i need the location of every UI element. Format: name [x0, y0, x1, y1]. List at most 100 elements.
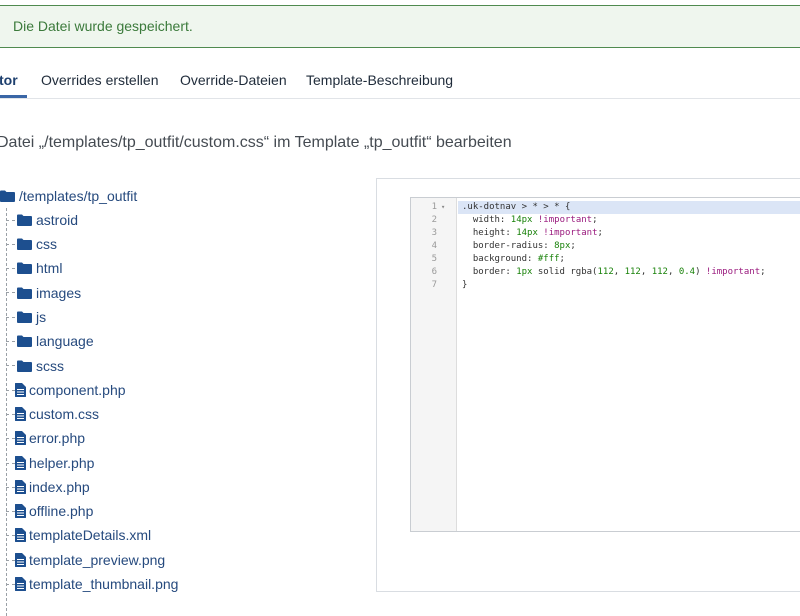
- tree-connector: [6, 438, 15, 439]
- file-icon: [15, 383, 26, 397]
- tree-connector: [6, 560, 15, 561]
- tree-label: /templates/tp_outfit: [19, 188, 138, 204]
- file-icon: [15, 407, 26, 421]
- code-token: solid rgba(: [532, 267, 598, 277]
- tree-label: scss: [36, 358, 64, 374]
- tab-template-description[interactable]: Template-Beschreibung: [306, 72, 453, 88]
- tree-file-custom-css[interactable]: custom.css: [15, 404, 99, 424]
- tree-connector: [6, 584, 15, 585]
- folder-icon: [17, 238, 32, 250]
- code-line: height: 14px !important;: [462, 227, 603, 240]
- tree-file-component-php[interactable]: component.php: [15, 380, 126, 400]
- file-tree: /templates/tp_outfit astroid css html im…: [0, 180, 360, 616]
- tab-override-files[interactable]: Override-Dateien: [180, 72, 287, 88]
- tree-connector: [6, 292, 15, 293]
- code-token: ;: [570, 241, 576, 251]
- code-area[interactable]: .uk-dotnav > * > * { width: 14px !import…: [458, 198, 800, 531]
- code-token: ;: [592, 215, 598, 225]
- folder-icon: [17, 262, 32, 274]
- file-icon: [15, 553, 26, 567]
- code-line: border-radius: 8px;: [462, 240, 576, 253]
- tree-connector: [6, 390, 15, 391]
- tree-label: js: [36, 309, 47, 325]
- tree-folder-css[interactable]: css: [17, 234, 57, 254]
- folder-icon: [17, 287, 32, 299]
- file-icon: [15, 456, 26, 470]
- code-token: 112: [624, 267, 641, 277]
- tree-folder-astroid[interactable]: astroid: [17, 210, 78, 230]
- tree-connector: [6, 463, 15, 464]
- line-number: 2: [431, 215, 437, 225]
- tree-connector: [6, 365, 15, 366]
- tree-label: template_thumbnail.png: [29, 576, 179, 592]
- code-token: !important: [543, 228, 598, 238]
- tree-label: language: [36, 333, 94, 349]
- code-line: .uk-dotnav > * > * {: [462, 201, 570, 214]
- code-line: }: [462, 279, 467, 292]
- tree-file-helper-php[interactable]: helper.php: [15, 453, 94, 473]
- tree-label: css: [36, 236, 57, 252]
- folder-icon: [17, 360, 32, 372]
- editor-panel: 1 ▾ 2 3 4 5 6 7 .uk-dotnav > * > * { wid…: [376, 178, 800, 592]
- line-number: 7: [431, 280, 437, 290]
- tree-label: index.php: [29, 479, 90, 495]
- tab-bar: tor Overrides erstellen Override-Dateien…: [0, 60, 800, 99]
- tree-file-templatedetails-xml[interactable]: templateDetails.xml: [15, 525, 151, 545]
- code-token: .uk-dotnav > * > * {: [462, 202, 571, 212]
- tree-label: astroid: [36, 212, 79, 228]
- line-number: 5: [431, 254, 437, 264]
- folder-icon: [0, 190, 15, 202]
- tree-folder-language[interactable]: language: [17, 331, 94, 351]
- tree-label: images: [36, 285, 82, 301]
- code-token: width:: [462, 215, 511, 225]
- code-token: border:: [462, 267, 517, 277]
- tree-connector: [6, 268, 15, 269]
- code-editor[interactable]: 1 ▾ 2 3 4 5 6 7 .uk-dotnav > * > * { wid…: [410, 197, 800, 532]
- file-icon: [15, 528, 26, 542]
- tab-create-overrides[interactable]: Overrides erstellen: [41, 72, 159, 88]
- tree-connector: [6, 535, 15, 536]
- tree-folder-images[interactable]: images: [17, 283, 81, 303]
- fold-arrow-icon[interactable]: ▾: [441, 201, 445, 214]
- tree-connector: [6, 220, 15, 221]
- tree-folder-scss[interactable]: scss: [17, 356, 64, 376]
- tree-label: offline.php: [29, 503, 94, 519]
- alert-message: Die Datei wurde gespeichert.: [13, 18, 193, 34]
- file-icon: [15, 431, 26, 445]
- code-token: 112: [651, 267, 668, 277]
- line-number: 6: [431, 267, 437, 277]
- code-token: border-radius:: [462, 241, 555, 251]
- tree-connector: [6, 317, 15, 318]
- folder-icon: [17, 311, 32, 323]
- tree-root-folder[interactable]: /templates/tp_outfit: [0, 186, 137, 206]
- tree-label: custom.css: [29, 406, 100, 422]
- code-token: ): [695, 267, 706, 277]
- code-token: ;: [559, 254, 565, 264]
- tree-label: helper.php: [29, 455, 95, 471]
- folder-icon: [17, 214, 32, 226]
- folder-icon: [17, 335, 32, 347]
- line-gutter: 1 ▾ 2 3 4 5 6 7: [411, 198, 457, 531]
- tree-label: error.php: [29, 430, 86, 446]
- tree-folder-js[interactable]: js: [17, 307, 46, 327]
- code-line: border: 1px solid rgba(112, 112, 112, 0.…: [462, 266, 766, 279]
- code-token: background:: [462, 254, 538, 264]
- code-token: 14px: [516, 228, 538, 238]
- code-token: 112: [597, 267, 614, 277]
- active-tab-indicator: [0, 95, 27, 98]
- tree-connector: [6, 511, 15, 512]
- tab-editor[interactable]: tor: [0, 72, 18, 88]
- tree-file-index-php[interactable]: index.php: [15, 477, 90, 497]
- code-token: ;: [597, 228, 603, 238]
- tree-file-template-thumbnail-png[interactable]: template_thumbnail.png: [15, 574, 178, 594]
- code-token: 0.4: [678, 267, 696, 277]
- code-token: !important: [705, 267, 761, 277]
- code-token: 14px: [510, 215, 533, 225]
- tree-folder-html[interactable]: html: [17, 258, 62, 278]
- tree-file-offline-php[interactable]: offline.php: [15, 501, 93, 521]
- code-token: 8px: [554, 241, 571, 251]
- tree-file-error-php[interactable]: error.php: [15, 428, 85, 448]
- tree-file-template-preview-png[interactable]: template_preview.png: [15, 550, 165, 570]
- code-line: width: 14px !important;: [462, 214, 598, 227]
- page-title: Datei „/templates/tp_outfit/custom.css“ …: [0, 134, 512, 151]
